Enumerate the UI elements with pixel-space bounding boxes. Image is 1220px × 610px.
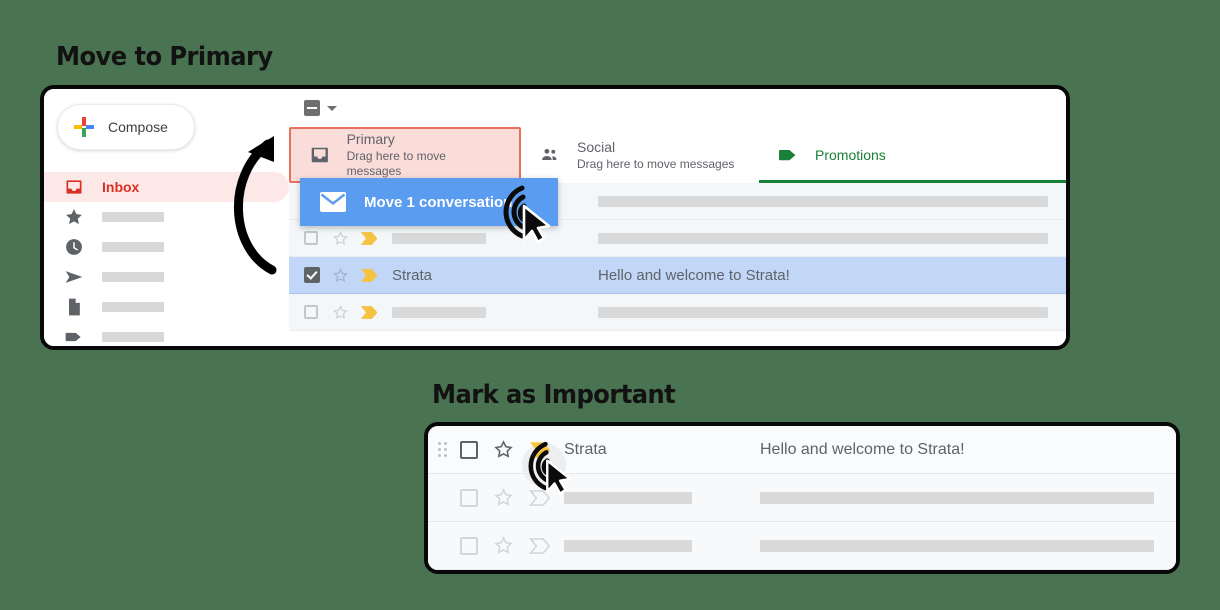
row-panel-list: Strata Hello and welcome to Strata! (428, 426, 1176, 570)
row-sender (560, 491, 760, 504)
sidebar-item-drafts[interactable] (44, 292, 289, 322)
sidebar-item-label: Inbox (102, 179, 140, 195)
table-row-selected[interactable]: Strata Hello and welcome to Strata! (289, 257, 1066, 294)
row-checkbox[interactable] (304, 231, 332, 245)
row-subject: Hello and welcome to Strata! (598, 267, 1066, 284)
important-marker-icon[interactable] (360, 305, 392, 320)
row-subject (760, 491, 1176, 504)
sidebar-item-placeholder (102, 332, 164, 342)
tag-icon (779, 149, 796, 161)
row-subject (598, 306, 1066, 318)
star-icon[interactable] (332, 304, 360, 321)
row-subject: Hello and welcome to Strata! (760, 441, 1176, 459)
important-marker-icon[interactable] (520, 489, 560, 507)
tab-social-label: Social (577, 138, 616, 155)
star-icon[interactable] (486, 487, 520, 508)
inbox-tab-icon (311, 147, 328, 163)
row-sender: Strata (560, 441, 760, 459)
drag-chip-label: Move 1 conversation (364, 193, 513, 211)
star-icon (66, 209, 82, 225)
row-subject (760, 539, 1176, 552)
row-sender-text: Strata (564, 440, 607, 458)
tab-social[interactable]: Social Drag here to move messages (521, 127, 759, 183)
tab-primary[interactable]: Primary Drag here to move messages (289, 127, 521, 183)
people-icon (542, 148, 557, 160)
tab-active-underline (759, 180, 1066, 183)
row-sender (392, 306, 598, 318)
clock-icon (66, 239, 82, 255)
star-icon[interactable] (486, 439, 520, 460)
table-row[interactable]: Strata Hello and welcome to Strata! (428, 426, 1176, 487)
label-tag-icon (65, 332, 81, 342)
row-checkbox-checked[interactable] (304, 267, 332, 283)
tab-social-sublabel: Drag here to move messages (577, 156, 735, 171)
row-subject (598, 195, 1066, 207)
tab-promotions[interactable]: Promotions (759, 127, 1066, 183)
google-plus-icon (74, 117, 94, 137)
row-checkbox[interactable] (452, 536, 486, 555)
row-checkbox[interactable] (452, 440, 486, 459)
drag-chip[interactable]: Move 1 conversation (300, 178, 558, 226)
row-subject-text: Hello and welcome to Strata! (598, 266, 790, 284)
star-icon[interactable] (332, 267, 360, 284)
row-sender (392, 232, 598, 244)
sidebar-item-labels[interactable] (44, 322, 289, 346)
row-subject (598, 232, 1066, 244)
section-title-move-to-primary: Move to Primary (56, 42, 273, 72)
table-row[interactable] (428, 522, 1176, 570)
sidebar-item-placeholder (102, 272, 164, 282)
select-all-checkbox[interactable] (304, 100, 320, 116)
inbox-tabs: Primary Drag here to move messages Socia… (289, 127, 1066, 183)
compose-button[interactable]: Compose (57, 104, 195, 150)
send-icon (65, 271, 83, 283)
row-sender-text: Strata (392, 266, 433, 284)
compose-label: Compose (108, 119, 168, 135)
row-checkbox[interactable] (452, 488, 486, 507)
inbox-icon (66, 180, 82, 194)
section-title-mark-as-important: Mark as Important (432, 380, 676, 410)
mail-toolbar (289, 89, 1066, 127)
star-icon[interactable] (332, 230, 360, 247)
draft-file-icon (69, 298, 80, 316)
row-sender (560, 539, 760, 552)
important-marker-icon[interactable] (360, 268, 392, 283)
envelope-icon (320, 192, 346, 212)
row-subject-text: Hello and welcome to Strata! (760, 440, 965, 458)
tab-primary-label: Primary (346, 131, 395, 147)
row-checkbox[interactable] (304, 305, 332, 319)
table-row[interactable] (289, 294, 1066, 331)
curved-arrow-icon (234, 136, 277, 275)
important-marker-icon[interactable] (360, 231, 392, 246)
sidebar-item-placeholder (102, 302, 164, 312)
drag-handle-icon[interactable] (438, 441, 450, 459)
row-sender: Strata (392, 267, 598, 284)
star-icon[interactable] (486, 535, 520, 556)
tab-promotions-label: Promotions (815, 147, 886, 163)
row-panel: Strata Hello and welcome to Strata! (424, 422, 1180, 574)
important-marker-icon[interactable] (520, 537, 560, 555)
chevron-down-icon[interactable] (327, 105, 337, 111)
important-marker-icon[interactable] (520, 441, 566, 487)
sidebar-item-placeholder (102, 242, 164, 252)
tab-primary-sublabel: Drag here to move messages (346, 149, 446, 178)
sidebar-item-placeholder (102, 212, 164, 222)
